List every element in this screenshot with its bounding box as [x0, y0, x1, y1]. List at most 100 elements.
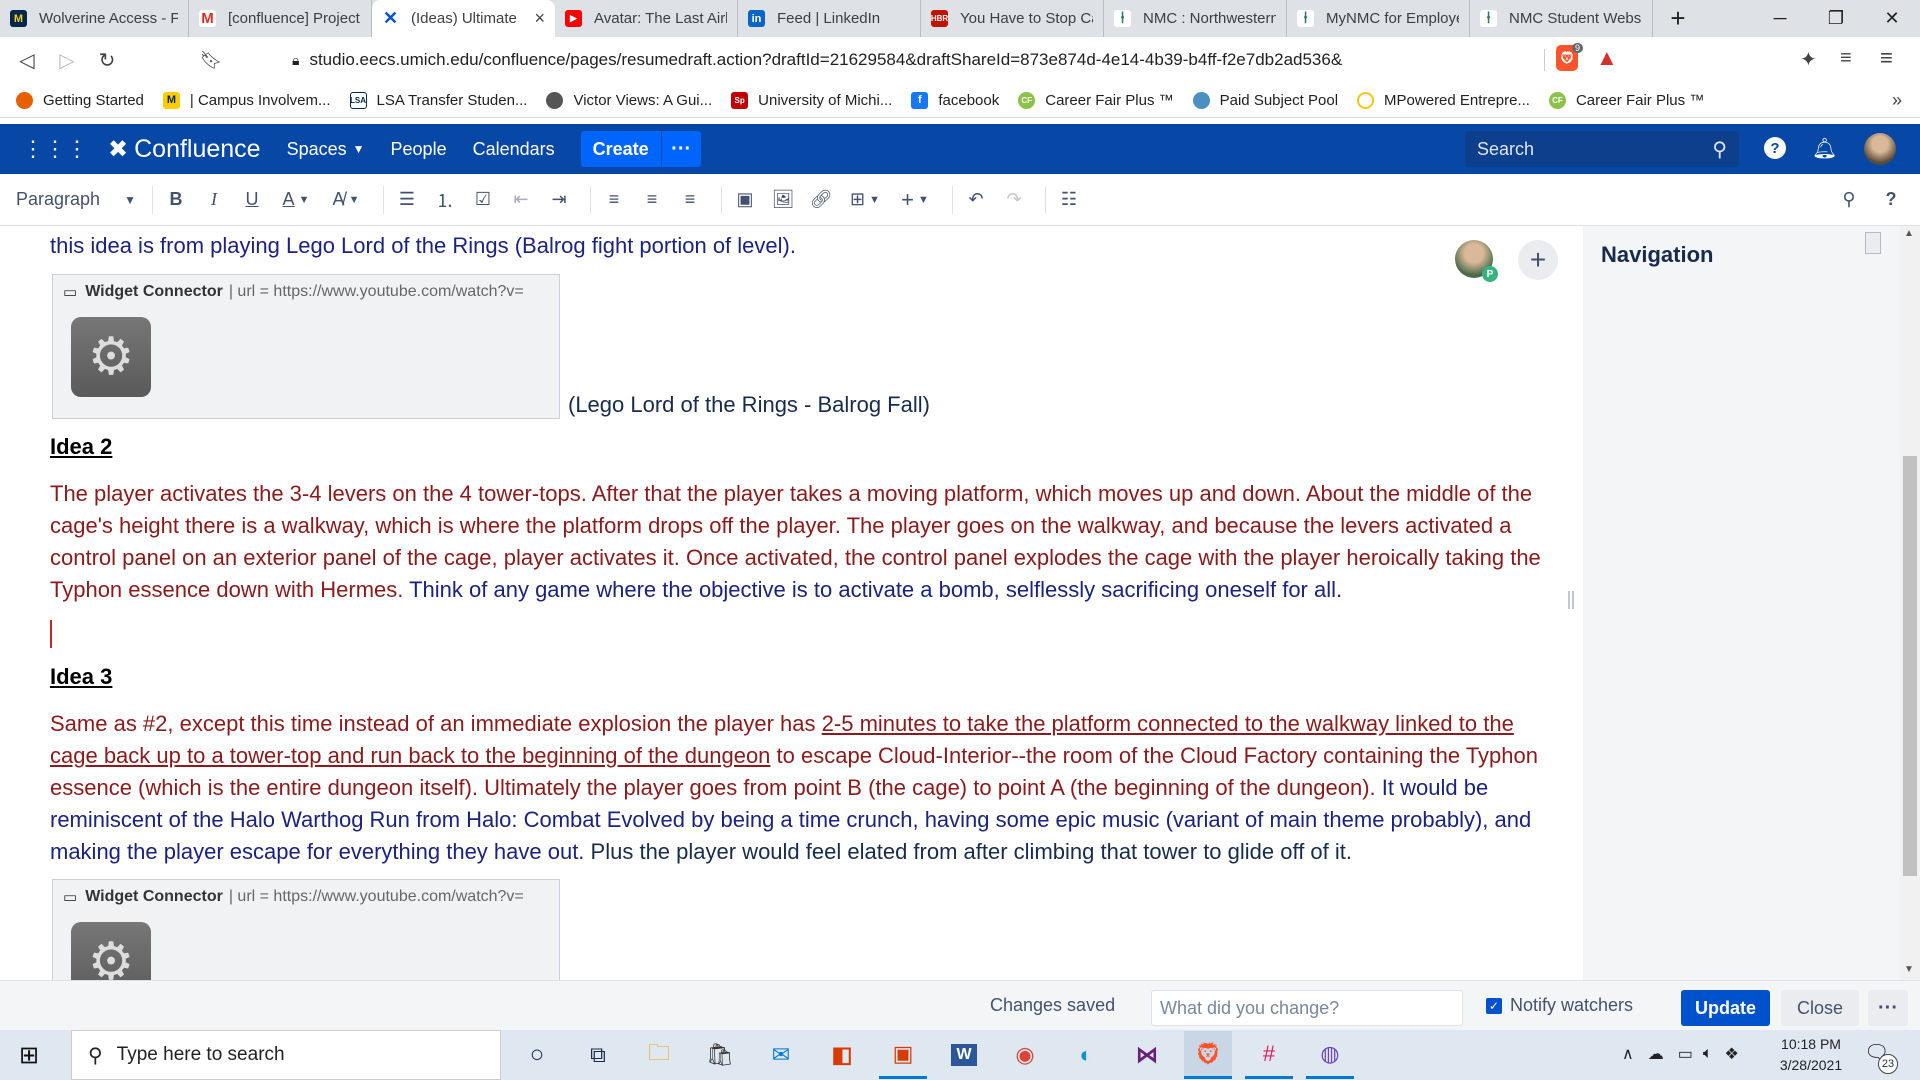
- url-field[interactable]: 🔒︎ studio.eecs.umich.edu/confluence/page…: [292, 43, 1537, 77]
- word-icon[interactable]: W: [940, 1031, 988, 1079]
- undo-icon[interactable]: ↶: [961, 183, 991, 217]
- bookmark-item[interactable]: MPowered Entrepre...: [1357, 91, 1530, 109]
- task-view-icon[interactable]: ⧉: [574, 1031, 622, 1079]
- numbered-list-icon[interactable]: ⒈: [430, 183, 460, 217]
- bookmark-item[interactable]: Victor Views: A Gui...: [546, 91, 712, 109]
- redo-icon[interactable]: ↷: [999, 183, 1029, 217]
- bookmark-item[interactable]: CF Career Fair Plus ™: [1018, 91, 1174, 109]
- reload-button[interactable]: ↻: [90, 43, 124, 77]
- nav-calendars[interactable]: Calendars: [473, 139, 555, 160]
- bookmark-item[interactable]: M | Campus Involvem...: [162, 91, 331, 109]
- bullet-list-icon[interactable]: ☰: [392, 183, 422, 217]
- more-options-button[interactable]: ···: [1868, 990, 1908, 1026]
- scrollbar-thumb[interactable]: [1903, 456, 1917, 876]
- mail-icon[interactable]: ✉: [757, 1031, 805, 1079]
- app-switcher-icon[interactable]: ⋮⋮⋮: [22, 136, 88, 162]
- text-color-icon[interactable]: A ▼: [275, 183, 317, 217]
- page-layout-icon[interactable]: ▣: [730, 183, 760, 217]
- bookmark-item[interactable]: CF Career Fair Plus ™: [1548, 91, 1704, 109]
- github-desktop-icon[interactable]: ◍: [1306, 1031, 1354, 1079]
- more-bookmarks-icon[interactable]: »: [1892, 90, 1902, 111]
- battery-icon[interactable]: ▭: [1678, 1044, 1693, 1064]
- slack-icon[interactable]: #: [1245, 1031, 1293, 1079]
- create-more-button[interactable]: ···: [660, 131, 701, 167]
- edge-icon[interactable]: ◐: [1062, 1031, 1110, 1079]
- nav-people[interactable]: People: [391, 139, 447, 160]
- new-tab-button[interactable]: +: [1653, 0, 1703, 37]
- window-close-button[interactable]: ✕: [1864, 0, 1920, 37]
- office-icon[interactable]: ◧: [818, 1031, 866, 1079]
- media-queue-icon[interactable]: ≡: [1840, 47, 1852, 70]
- link-icon[interactable]: 🔗︎: [806, 183, 836, 217]
- scroll-down-icon[interactable]: ▼: [1904, 964, 1914, 975]
- page-tree-icon[interactable]: ☷: [1054, 183, 1084, 217]
- windows-start-icon[interactable]: ⊞: [0, 1031, 58, 1079]
- widget-connector[interactable]: ▭ Widget Connector | url = https://www.y…: [52, 879, 560, 980]
- resize-handle[interactable]: [1568, 591, 1574, 609]
- browser-tab[interactable]: ⍿ NMC : Northwestern: [1104, 0, 1287, 37]
- browser-tab[interactable]: HBR You Have to Stop Ca: [921, 0, 1104, 37]
- notifications-icon[interactable]: 🔔︎: [1812, 136, 1837, 161]
- browser-tab[interactable]: M [confluence] Project: [189, 0, 372, 37]
- bookmark-item[interactable]: Sp University of Michi...: [731, 91, 892, 109]
- browser-tab[interactable]: ⍿ MyNMC for Employe: [1287, 0, 1470, 37]
- brave-browser-icon[interactable]: 🦁︎: [1184, 1031, 1232, 1079]
- clock[interactable]: 10:18 PM 3/28/2021: [1776, 1034, 1846, 1076]
- change-comment-input[interactable]: What did you change?: [1151, 990, 1463, 1026]
- minimize-button[interactable]: ─: [1752, 0, 1808, 37]
- nav-spaces[interactable]: Spaces ▼: [287, 139, 365, 160]
- onedrive-icon[interactable]: ☁: [1648, 1044, 1664, 1064]
- image-icon[interactable]: 🖼︎: [768, 183, 798, 217]
- confluence-logo[interactable]: ✖ Confluence: [108, 135, 261, 164]
- underline-icon[interactable]: U: [237, 183, 267, 217]
- align-right-icon[interactable]: ≡: [675, 183, 705, 217]
- cortana-icon[interactable]: ○: [513, 1031, 561, 1079]
- help-icon[interactable]: ?: [1764, 137, 1786, 159]
- align-left-icon[interactable]: ≡: [599, 183, 629, 217]
- show-hidden-icons-icon[interactable]: ∧: [1622, 1044, 1634, 1064]
- bookmark-item[interactable]: f facebook: [911, 91, 999, 109]
- taskbar-search-input[interactable]: ⚲ Type here to search: [71, 1030, 501, 1080]
- outdent-icon[interactable]: ⇤: [506, 183, 536, 217]
- table-icon[interactable]: ⊞ ▼: [844, 183, 886, 217]
- store-icon[interactable]: 🛍︎: [696, 1031, 744, 1079]
- browser-tab[interactable]: ⍿ NMC Student Websi: [1470, 0, 1653, 37]
- close-button[interactable]: Close: [1781, 990, 1860, 1026]
- notify-watchers-checkbox[interactable]: ✓ Notify watchers: [1486, 995, 1633, 1016]
- bookmark-icon[interactable]: 🔖︎: [194, 43, 228, 77]
- bookmark-item[interactable]: Paid Subject Pool: [1192, 91, 1338, 109]
- find-replace-icon[interactable]: ⚲: [1834, 183, 1864, 217]
- browser-tab[interactable]: ▶ Avatar: The Last Airb: [555, 0, 738, 37]
- bold-icon[interactable]: B: [161, 183, 191, 217]
- close-tab-icon[interactable]: ×: [534, 8, 545, 29]
- italic-icon[interactable]: I: [199, 183, 229, 217]
- paragraph-style-dropdown[interactable]: Paragraph ▼: [16, 183, 136, 217]
- panel-toggle-icon[interactable]: [1865, 232, 1881, 254]
- brave-rewards-icon[interactable]: ▲: [1596, 45, 1618, 71]
- browser-tab[interactable]: M Wolverine Access - F: [0, 0, 189, 37]
- visual-studio-icon[interactable]: ⋈: [1123, 1031, 1171, 1079]
- task-list-icon[interactable]: ☑: [468, 183, 498, 217]
- volume-icon[interactable]: 🔈︎: [1703, 1045, 1713, 1063]
- restore-button[interactable]: ❐: [1808, 0, 1864, 37]
- dropbox-icon[interactable]: ❖: [1724, 1044, 1738, 1064]
- text-formatting-icon[interactable]: A̸ ▼: [325, 183, 367, 217]
- browser-tab-active[interactable]: ✕ (Ideas) Ultimate ×: [372, 0, 555, 37]
- scroll-up-icon[interactable]: ▲: [1904, 228, 1914, 239]
- forward-button[interactable]: ▷: [50, 43, 84, 77]
- indent-icon[interactable]: ⇥: [544, 183, 574, 217]
- search-input[interactable]: Search ⚲: [1465, 131, 1739, 167]
- insert-more-icon[interactable]: + ▼: [894, 183, 936, 217]
- invite-button[interactable]: +: [1518, 240, 1558, 280]
- user-avatar[interactable]: [1864, 133, 1896, 165]
- file-explorer-icon[interactable]: 🗀︎: [635, 1031, 683, 1079]
- photos-icon[interactable]: ▣: [879, 1031, 927, 1079]
- browser-tab[interactable]: in Feed | LinkedIn: [738, 0, 921, 37]
- create-button[interactable]: Create: [580, 131, 661, 167]
- back-button[interactable]: ◁: [10, 43, 44, 77]
- bookmark-item[interactable]: Getting Started: [16, 91, 144, 109]
- browser-menu-icon[interactable]: ≡: [1880, 45, 1893, 71]
- keyboard-help-icon[interactable]: ?: [1876, 183, 1906, 217]
- scrollbar[interactable]: ▲ ▼: [1900, 226, 1920, 980]
- bookmark-item[interactable]: LSA LSA Transfer Studen...: [349, 91, 527, 109]
